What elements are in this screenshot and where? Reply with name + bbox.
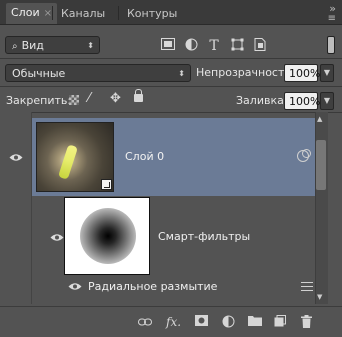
tab-divider xyxy=(52,6,53,20)
smart-filter-indicator-icon[interactable] xyxy=(297,149,311,162)
opacity-label: Непрозрачность: xyxy=(196,66,295,79)
tab-layers[interactable]: Слои × xyxy=(6,3,57,24)
image-filter-icon[interactable] xyxy=(160,38,176,54)
divider xyxy=(0,112,342,113)
tab-paths-label: Контуры xyxy=(127,7,178,20)
eye-icon[interactable] xyxy=(9,152,23,161)
tab-channels-label: Каналы xyxy=(61,7,106,20)
add-mask-icon[interactable] xyxy=(194,315,208,329)
lock-transparency-icon[interactable] xyxy=(69,95,79,105)
filter-kind-dropdown[interactable]: ⌕ Вид ⬍ xyxy=(5,36,100,54)
tab-layers-label: Слои xyxy=(11,6,40,19)
smart-object-filter-icon[interactable] xyxy=(252,38,268,54)
opacity-dropdown-button[interactable]: ▼ xyxy=(320,64,334,82)
menu-icon[interactable]: ≡ xyxy=(328,13,336,24)
chevron-updown-icon: ⬍ xyxy=(178,69,185,78)
fill-label: Заливка: xyxy=(236,94,288,107)
tab-divider xyxy=(118,6,119,20)
layers-panel: Слои × Каналы Контуры » ≡ ⌕ Вид ⬍ T Обычны… xyxy=(0,0,342,337)
tab-bar: Слои × Каналы Контуры » ≡ xyxy=(0,0,342,25)
smart-object-badge-icon xyxy=(101,179,112,190)
lock-pixels-icon[interactable]: ⁄ xyxy=(88,91,90,106)
filter-toggle-switch[interactable] xyxy=(327,36,335,54)
fx-icon[interactable]: fx. xyxy=(166,315,181,329)
scroll-up-icon[interactable]: ▲ xyxy=(317,115,322,123)
layer-thumbnail[interactable] xyxy=(36,122,114,192)
search-icon: ⌕ xyxy=(12,41,18,52)
chevron-updown-icon: ⬍ xyxy=(87,41,94,50)
shape-filter-icon[interactable] xyxy=(229,38,245,54)
smart-filter-mask-thumbnail[interactable] xyxy=(64,197,150,275)
filter-kind-value: Вид xyxy=(21,39,44,52)
adjustment-filter-icon[interactable] xyxy=(183,38,199,54)
fill-input[interactable]: 100% xyxy=(284,92,320,110)
visibility-column xyxy=(0,112,32,304)
scroll-thumb[interactable] xyxy=(316,140,326,190)
mask-gradient xyxy=(80,208,136,264)
lock-position-icon[interactable]: ✥ xyxy=(110,91,121,106)
filter-blending-options-icon[interactable] xyxy=(301,281,313,291)
close-tab-icon[interactable]: × xyxy=(44,4,52,24)
lock-label: Закрепить: xyxy=(6,94,72,107)
divider xyxy=(0,86,342,87)
opacity-input[interactable]: 100% xyxy=(284,64,320,82)
eye-icon[interactable] xyxy=(50,232,64,241)
fill-dropdown-button[interactable]: ▼ xyxy=(320,92,334,110)
panel-footer: fx. xyxy=(0,306,342,337)
new-layer-icon[interactable] xyxy=(273,315,287,329)
layer-name[interactable]: Слой 0 xyxy=(125,150,164,163)
radial-blur-filter-label[interactable]: Радиальное размытие xyxy=(88,280,217,293)
eye-icon[interactable] xyxy=(68,281,82,290)
blend-mode-dropdown[interactable]: Обычные ⬍ xyxy=(5,64,191,82)
new-group-icon[interactable] xyxy=(248,315,262,329)
lock-shackle xyxy=(135,89,142,96)
tab-paths[interactable]: Контуры xyxy=(122,4,182,24)
adjustment-layer-icon[interactable] xyxy=(221,315,235,329)
divider xyxy=(0,58,342,59)
smart-filters-label[interactable]: Смарт-фильтры xyxy=(158,230,250,243)
thumbnail-streak xyxy=(57,144,79,180)
tab-channels[interactable]: Каналы xyxy=(56,4,110,24)
scroll-down-icon[interactable]: ▼ xyxy=(317,293,322,301)
type-filter-icon[interactable]: T xyxy=(206,38,222,54)
link-layers-icon[interactable] xyxy=(138,315,152,329)
delete-icon[interactable] xyxy=(299,315,313,329)
blend-mode-value: Обычные xyxy=(12,67,66,80)
